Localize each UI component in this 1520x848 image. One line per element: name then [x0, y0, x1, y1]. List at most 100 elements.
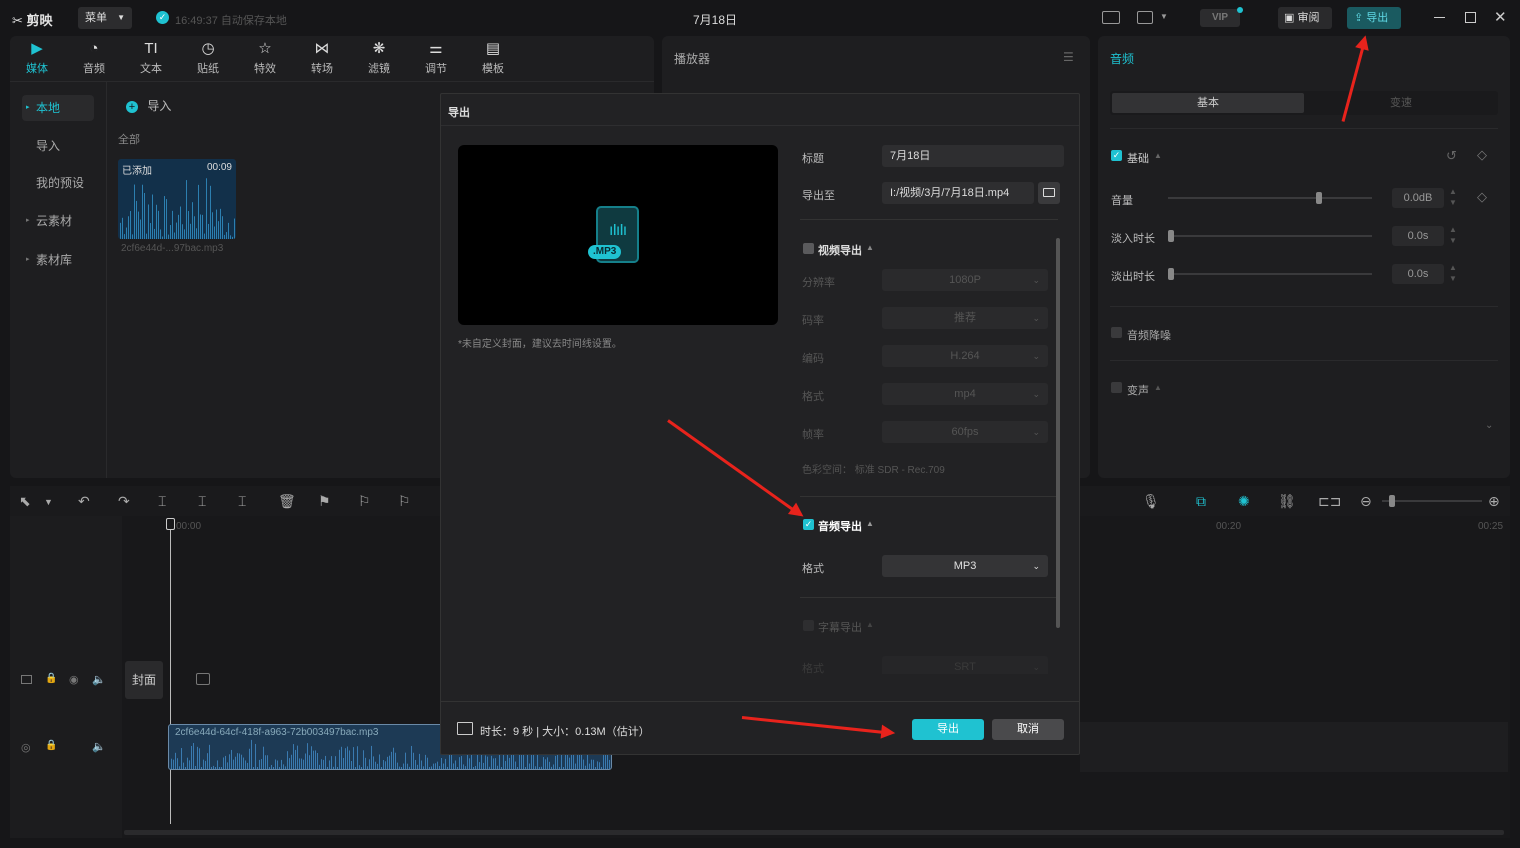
fade-in-value[interactable]: 0.0s	[1392, 226, 1444, 246]
audio-track-lock-icon[interactable]: 🔒	[45, 740, 57, 751]
fade-out-slider-knob[interactable]	[1168, 268, 1174, 280]
media-thumbnail[interactable]: 已添加 00:09	[118, 159, 236, 239]
fade-out-slider[interactable]	[1168, 273, 1372, 275]
flag-icon[interactable]: ⚐	[358, 493, 371, 510]
preview-axis-icon[interactable]: ✺	[1238, 493, 1250, 510]
menu-label: 菜单	[85, 12, 107, 24]
volume-keyframe-icon[interactable]: ◇	[1477, 189, 1487, 205]
tool-audio[interactable]: ◔ 音频	[74, 40, 114, 76]
tool-sticker[interactable]: ◷ 贴纸	[188, 40, 228, 76]
sidebar-item-0[interactable]: ▸ 本地	[22, 95, 94, 121]
voice-change-collapse-icon[interactable]: ▲	[1154, 383, 1162, 392]
sidebar-item-2[interactable]: 我的预设	[22, 170, 94, 196]
volume-value[interactable]: 0.0dB	[1392, 188, 1444, 208]
fade-in-slider[interactable]	[1168, 235, 1372, 237]
marker-icon[interactable]: ⚑	[318, 493, 331, 510]
maximize-icon[interactable]	[1465, 12, 1476, 23]
select-dropdown-icon[interactable]: ▼	[44, 497, 53, 507]
undo-icon[interactable]: ↶	[78, 493, 90, 510]
delete-icon[interactable]: 🗑	[278, 493, 296, 510]
video-export-collapse-icon[interactable]: ▲	[866, 243, 874, 252]
tab-speed[interactable]: 变速	[1306, 93, 1496, 113]
zoom-out-icon[interactable]: ⊖	[1360, 493, 1372, 510]
tool-transition[interactable]: ⋈ 转场	[302, 40, 342, 76]
sidebar-divider	[106, 82, 107, 478]
split-right-icon[interactable]: ⌶	[238, 493, 246, 510]
tool-template[interactable]: ▤ 模板	[473, 40, 513, 76]
audio-track-mute-icon[interactable]: 🔈	[92, 740, 106, 753]
tool-media[interactable]: ▶ 媒体	[17, 40, 57, 76]
settings-scrollbar[interactable]	[1056, 238, 1060, 628]
volume-stepper-icon[interactable]: ▲ ▼	[1449, 186, 1457, 208]
redo-icon[interactable]: ↷	[118, 493, 130, 510]
track-lock-icon[interactable]: 🔒	[45, 673, 57, 684]
microphone-icon[interactable]: 🎙	[1142, 493, 1160, 510]
app-logo: ✂ 剪映	[12, 10, 53, 29]
sidebar-item-1[interactable]: 导入	[22, 133, 94, 159]
volume-slider[interactable]	[1168, 197, 1372, 199]
split-icon[interactable]: ⌶	[158, 493, 166, 510]
minimize-icon[interactable]	[1434, 17, 1445, 18]
volume-slider-knob[interactable]	[1316, 192, 1322, 204]
denoise-checkbox[interactable]	[1111, 327, 1122, 338]
link-icon[interactable]: ⛓	[1278, 493, 1296, 510]
track-visible-icon[interactable]: ◉	[69, 673, 79, 686]
audio-track-icon[interactable]: ◎	[21, 741, 31, 754]
review-button[interactable]: ▣ 审阅	[1278, 7, 1332, 29]
tool-filter[interactable]: ❋ 滤镜	[359, 40, 399, 76]
menu-button[interactable]: 菜单 ▼	[78, 7, 132, 29]
voice-change-checkbox[interactable]	[1111, 382, 1122, 393]
playhead-handle[interactable]	[166, 518, 175, 530]
flag-2-icon[interactable]: ⚐	[398, 493, 411, 510]
horizontal-scrollbar[interactable]	[124, 830, 1504, 835]
cover-button[interactable]: 封面	[125, 661, 163, 699]
zoom-slider-knob[interactable]	[1389, 495, 1395, 507]
top-export-button[interactable]: ⇪ 导出	[1347, 7, 1401, 29]
audio-export-checkbox[interactable]: ✓	[803, 519, 814, 530]
name-input[interactable]: 7月18日	[882, 145, 1064, 167]
select-tool-icon[interactable]: ⬉	[19, 493, 31, 510]
track-cover-icon[interactable]	[21, 675, 32, 684]
subtitle-export-checkbox[interactable]	[803, 620, 814, 631]
tool-text[interactable]: TI 文本	[131, 40, 171, 76]
split-screen-icon[interactable]: ⊏⊐	[1318, 493, 1341, 510]
reset-icon[interactable]: ↺	[1446, 148, 1457, 164]
fade-out-stepper-icon[interactable]: ▲ ▼	[1449, 262, 1457, 284]
link-main-track-icon[interactable]: ⧉	[1196, 493, 1206, 510]
basic-checkbox[interactable]: ✓	[1111, 150, 1122, 161]
split-left-icon[interactable]: ⌶	[198, 493, 206, 510]
player-menu-icon[interactable]: ☰	[1063, 50, 1074, 64]
layout-dropdown-icon[interactable]: ▼	[1160, 12, 1168, 21]
layout-icon[interactable]	[1137, 11, 1153, 24]
vip-badge[interactable]: VIP	[1200, 9, 1240, 27]
subtitle-export-collapse-icon[interactable]: ▲	[866, 620, 874, 629]
close-icon[interactable]: ✕	[1494, 8, 1507, 26]
import-button[interactable]: + 导入	[126, 97, 171, 114]
filter-all[interactable]: 全部	[118, 131, 140, 147]
audio-export-collapse-icon[interactable]: ▲	[866, 519, 874, 528]
audio-format-select[interactable]: MP3 ⌄	[882, 555, 1048, 577]
video-export-checkbox[interactable]	[803, 243, 814, 254]
browse-folder-button[interactable]	[1038, 182, 1060, 204]
path-input[interactable]: I:/视频/3月/7月18日.mp4	[882, 182, 1034, 204]
sidebar-item-4[interactable]: ▸ 素材库	[22, 247, 94, 273]
sidebar-item-3[interactable]: ▸ 云素材	[22, 208, 94, 234]
expand-chevron-icon[interactable]: ⌄	[1485, 420, 1493, 431]
playhead[interactable]	[170, 518, 171, 824]
fade-in-stepper-icon[interactable]: ▲ ▼	[1449, 224, 1457, 246]
dialog-export-button[interactable]: 导出	[912, 719, 984, 740]
tool-adjust[interactable]: ⚌ 调节	[416, 40, 456, 76]
tool-effects[interactable]: ☆ 特效	[245, 40, 285, 76]
cover-preview[interactable]: ıIıIı .MP3	[458, 145, 778, 325]
chevron-down-icon: ⌄	[1032, 389, 1040, 399]
dialog-cancel-button[interactable]: 取消	[992, 719, 1064, 740]
basic-collapse-icon[interactable]: ▲	[1154, 151, 1162, 160]
zoom-in-icon[interactable]: ⊕	[1488, 493, 1500, 510]
fade-in-slider-knob[interactable]	[1168, 230, 1174, 242]
track-mute-icon[interactable]: 🔈	[92, 673, 106, 686]
zoom-slider[interactable]	[1382, 500, 1482, 502]
fade-out-value[interactable]: 0.0s	[1392, 264, 1444, 284]
keyframe-icon[interactable]: ◇	[1477, 147, 1487, 163]
tab-basic[interactable]: 基本	[1112, 93, 1304, 113]
shortcut-icon[interactable]	[1102, 11, 1120, 24]
